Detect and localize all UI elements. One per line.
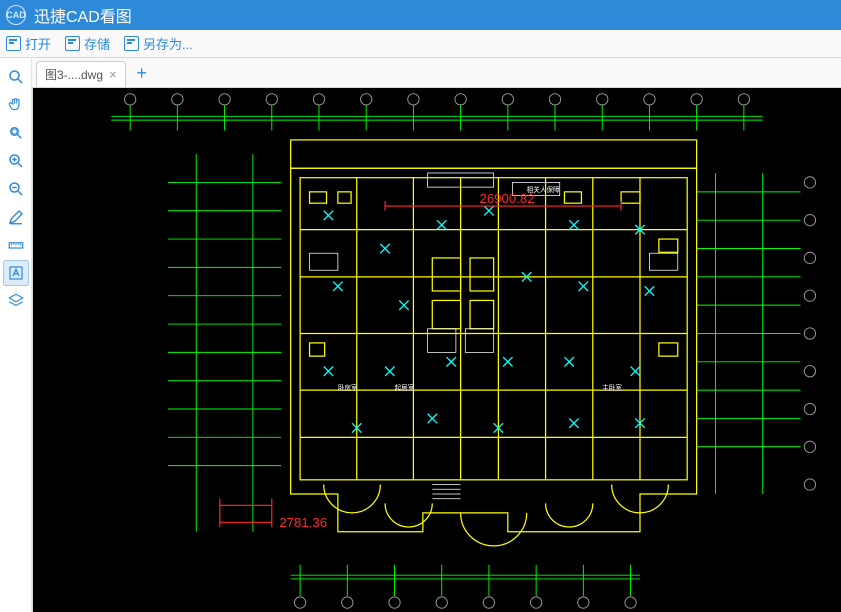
ruler-icon: [7, 236, 25, 254]
pan-tool[interactable]: [3, 92, 29, 118]
svg-text:起居室: 起居室: [395, 383, 415, 392]
file-icon: [65, 36, 80, 51]
zoom-in-tool[interactable]: [3, 148, 29, 174]
layers-tool[interactable]: [3, 288, 29, 314]
svg-text:主卧室: 主卧室: [602, 383, 622, 392]
tab-label: 图3-....dwg: [45, 66, 103, 83]
file-tab[interactable]: 图3-....dwg ×: [36, 61, 126, 87]
magnify-icon: [7, 68, 25, 86]
text-tool[interactable]: [3, 260, 29, 286]
save-label: 存储: [84, 34, 110, 53]
save-menu[interactable]: 存储: [65, 34, 110, 53]
saveas-menu[interactable]: 另存为...: [124, 34, 193, 53]
zoom-window-tool[interactable]: [3, 120, 29, 146]
close-icon[interactable]: ×: [109, 67, 117, 82]
drawing-canvas[interactable]: 26900.82 2781.36 相关人保障 主卧室 卧房室 起居室: [32, 88, 841, 612]
tab-bar: 图3-....dwg × +: [32, 58, 841, 88]
file-icon: [6, 36, 21, 51]
app-logo-icon: CAD: [6, 5, 26, 25]
pencil-icon: [7, 208, 25, 226]
cad-drawing: 26900.82 2781.36 相关人保障 主卧室 卧房室 起居室: [33, 88, 841, 612]
open-menu[interactable]: 打开: [6, 34, 51, 53]
magnify-box-icon: [7, 124, 25, 142]
text-icon: [7, 264, 25, 282]
tool-sidebar: [0, 58, 32, 612]
file-icon: [124, 36, 139, 51]
open-label: 打开: [25, 34, 51, 53]
menu-bar: 打开 存储 另存为...: [0, 30, 841, 58]
dimension-2: 2781.36: [279, 515, 327, 530]
svg-text:相关人保障: 相关人保障: [527, 185, 560, 194]
layers-icon: [7, 292, 25, 310]
pencil-tool[interactable]: [3, 204, 29, 230]
ruler-tool[interactable]: [3, 232, 29, 258]
add-tab-button[interactable]: +: [130, 61, 154, 85]
zoom-in-icon: [7, 152, 25, 170]
zoom-fit-tool[interactable]: [3, 64, 29, 90]
zoom-out-tool[interactable]: [3, 176, 29, 202]
svg-text:卧房室: 卧房室: [338, 383, 358, 392]
saveas-label: 另存为...: [143, 34, 193, 53]
hand-icon: [7, 96, 25, 114]
app-title: 迅捷CAD看图: [34, 3, 132, 27]
title-bar: CAD 迅捷CAD看图: [0, 0, 841, 30]
zoom-out-icon: [7, 180, 25, 198]
